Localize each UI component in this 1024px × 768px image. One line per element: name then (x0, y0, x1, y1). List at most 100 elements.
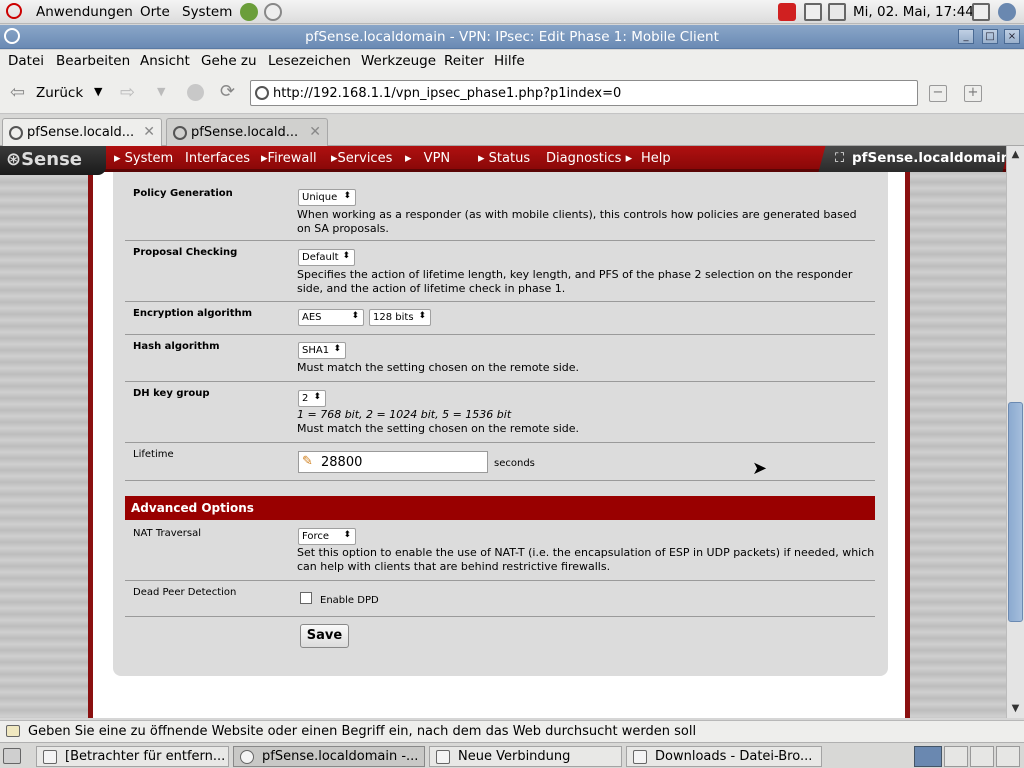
pf-menu-status[interactable]: ▸ Status (478, 151, 530, 166)
key-length-select[interactable]: 128 bits ⬍ (369, 309, 431, 326)
back-arrow-icon[interactable]: ⇦ (10, 82, 25, 103)
save-button[interactable]: Save (300, 624, 349, 648)
pf-menu-diagnostics[interactable]: Diagnostics ▸ (546, 151, 632, 166)
proposal-checking-select[interactable]: Default ⬍ (298, 249, 355, 266)
page-background-right (910, 146, 1006, 718)
zoom-in-icon[interactable]: + (964, 85, 982, 102)
maximize-icon[interactable]: □ (982, 29, 998, 44)
workspace-1[interactable] (914, 746, 942, 767)
network-tray-icon[interactable] (828, 3, 846, 21)
dh-key-group-select[interactable]: 2 ⬍ (298, 390, 326, 407)
panel-clock[interactable]: Mi, 02. Mai, 17:44 (853, 4, 974, 20)
shutdown-icon[interactable] (998, 3, 1016, 21)
encryption-algorithm-row: Encryption algorithm AES ⬍ 128 bits ⬍ (125, 302, 875, 335)
window-titlebar[interactable]: pfSense.localdomain - VPN: IPsec: Edit P… (0, 25, 1024, 49)
encryption-algorithm-label: Encryption algorithm (133, 308, 253, 319)
menu-ansicht[interactable]: Ansicht (140, 53, 190, 69)
taskbar-downloads[interactable]: Downloads - Datei-Bro... (626, 746, 822, 767)
workspace-4[interactable] (996, 746, 1020, 767)
taskbar-neue-verbindung[interactable]: Neue Verbindung (429, 746, 622, 767)
mouse-pointer-icon: ➤ (752, 458, 768, 479)
menu-werkzeuge[interactable]: Werkzeuge (361, 53, 436, 69)
close-icon[interactable]: × (1004, 29, 1020, 44)
debian-logo-icon[interactable] (6, 3, 22, 19)
select-arrow-icon: ⬍ (342, 251, 350, 261)
minimize-icon[interactable]: _ (958, 29, 974, 44)
zoom-out-icon[interactable]: − (929, 85, 947, 102)
policy-generation-desc: When working as a responder (as with mob… (297, 208, 857, 235)
pf-menu-interfaces[interactable]: Interfaces (185, 151, 250, 166)
workspace-3[interactable] (970, 746, 994, 767)
dead-peer-detection-row: Dead Peer Detection Enable DPD (125, 581, 875, 617)
hash-algorithm-select[interactable]: SHA1 ⬍ (298, 342, 346, 359)
browser-launcher-icon[interactable] (240, 3, 258, 21)
scroll-up-icon[interactable]: ▲ (1008, 147, 1023, 162)
scrollbar-thumb[interactable] (1008, 402, 1023, 622)
menu-bearbeiten[interactable]: Bearbeiten (56, 53, 130, 69)
menu-hilfe[interactable]: Hilfe (494, 53, 525, 69)
back-button[interactable]: Zurück (36, 85, 83, 101)
remote-viewer-icon (43, 750, 57, 764)
volume-icon[interactable] (972, 3, 990, 21)
search-tray-icon[interactable] (804, 3, 822, 21)
taskbar-pfsense-browser[interactable]: pfSense.localdomain -... (233, 746, 425, 767)
pf-menu-help[interactable]: Help (641, 151, 671, 166)
menu-reiter[interactable]: Reiter (444, 53, 484, 69)
tab-close-icon[interactable]: ✕ (143, 124, 155, 140)
menu-lesezeichen[interactable]: Lesezeichen (268, 53, 351, 69)
menu-gehe-zu[interactable]: Gehe zu (201, 53, 257, 69)
taskbar: [Betrachter für entfern... pfSense.local… (0, 742, 1024, 768)
tab-pfsense-2[interactable]: pfSense.locald... ✕ (166, 118, 328, 146)
nat-traversal-select[interactable]: Force ⬍ (298, 528, 356, 545)
menu-system[interactable]: System (182, 4, 232, 20)
policy-generation-select[interactable]: Unique ⬍ (298, 189, 356, 206)
show-desktop-icon[interactable] (3, 748, 21, 764)
pf-menu-vpn[interactable]: ▸ VPN (405, 151, 450, 166)
pf-menu-services[interactable]: ▸Services (331, 151, 392, 166)
url-bar[interactable]: http://192.168.1.1/vpn_ipsec_phase1.php?… (250, 80, 918, 106)
menu-orte[interactable]: Orte (140, 4, 170, 20)
mail-launcher-icon[interactable] (264, 3, 282, 21)
status-bar: Geben Sie eine zu öffnende Website oder … (0, 720, 1024, 742)
lifetime-label: Lifetime (133, 449, 174, 460)
select-arrow-icon: ⬍ (343, 530, 351, 540)
menubar: Datei Bearbeiten Ansicht Gehe zu Lesezei… (0, 50, 1024, 74)
security-status-icon[interactable] (6, 725, 20, 737)
lifetime-value: 28800 (321, 455, 363, 470)
dh-key-group-note: 1 = 768 bit, 2 = 1024 bit, 5 = 1536 bit (297, 408, 512, 421)
hash-algorithm-row: Hash algorithm SHA1 ⬍ Must match the sett… (125, 335, 875, 382)
proposal-checking-label: Proposal Checking (133, 247, 238, 258)
policy-generation-label: Policy Generation (133, 188, 233, 199)
encryption-algorithm-select[interactable]: AES ⬍ (298, 309, 364, 326)
forward-arrow-icon[interactable]: ⇨ (120, 82, 135, 103)
update-notifier-icon[interactable] (778, 3, 796, 21)
vertical-scrollbar[interactable]: ▲ ▼ (1006, 146, 1024, 718)
dead-peer-detection-label: Dead Peer Detection (133, 587, 237, 598)
reload-icon[interactable]: ⟳ (220, 81, 235, 102)
back-history-dropdown-icon[interactable]: ▼ (94, 85, 102, 98)
scroll-down-icon[interactable]: ▼ (1008, 701, 1023, 716)
dh-key-group-row: DH key group 2 ⬍ 1 = 768 bit, 2 = 1024 bi… (125, 382, 875, 443)
workspace-2[interactable] (944, 746, 968, 767)
dh-key-group-label: DH key group (133, 388, 210, 399)
tab-close-icon[interactable]: ✕ (309, 124, 321, 140)
tab-pfsense-1[interactable]: pfSense.locald... ✕ (2, 118, 162, 147)
pf-menu-firewall[interactable]: ▸Firewall (261, 151, 317, 166)
tab-favicon-icon (9, 126, 23, 140)
forward-history-dropdown-icon[interactable]: ▼ (157, 85, 165, 98)
pfsense-logo[interactable]: ⊛Sense (0, 146, 106, 175)
hash-algorithm-label: Hash algorithm (133, 341, 220, 352)
url-text[interactable]: http://192.168.1.1/vpn_ipsec_phase1.php?… (273, 86, 621, 101)
menu-datei[interactable]: Datei (8, 53, 44, 69)
connection-icon (436, 750, 450, 764)
window-title: pfSense.localdomain - VPN: IPsec: Edit P… (305, 29, 719, 45)
lifetime-input[interactable]: ✎ 28800 (298, 451, 488, 473)
stop-icon[interactable] (187, 84, 204, 101)
taskbar-remote-viewer[interactable]: [Betrachter für entfern... (36, 746, 229, 767)
select-arrow-icon: ⬍ (343, 191, 351, 201)
enable-dpd-checkbox[interactable] (300, 592, 312, 604)
pf-menu-system[interactable]: ▸ System (114, 151, 173, 166)
tab-favicon-icon (173, 126, 187, 140)
menu-anwendungen[interactable]: Anwendungen (36, 4, 133, 20)
select-arrow-icon: ⬍ (333, 344, 341, 354)
